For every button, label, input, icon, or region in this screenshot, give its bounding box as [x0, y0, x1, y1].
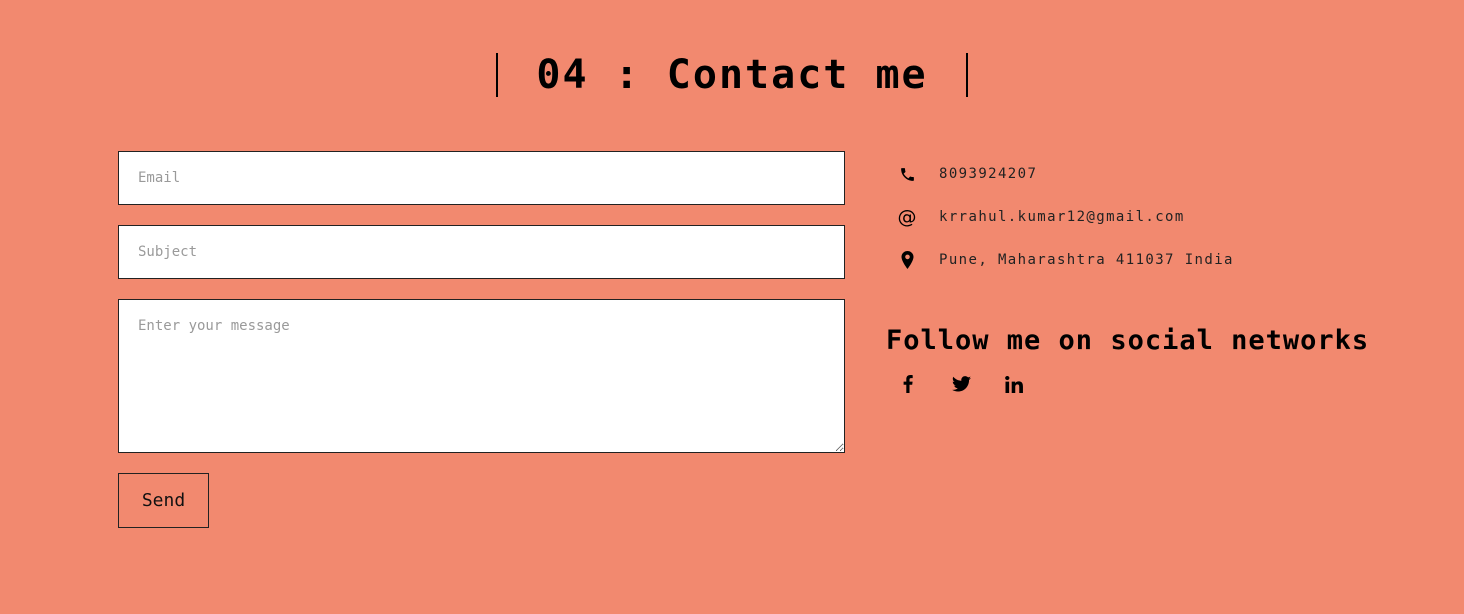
linkedin-icon[interactable] — [1003, 373, 1025, 395]
twitter-icon[interactable] — [950, 373, 972, 395]
phone-row: 8093924207 — [897, 162, 1234, 186]
phone-text: 8093924207 — [939, 166, 1038, 182]
subject-field[interactable] — [118, 225, 845, 279]
page-title: 04 : Contact me — [496, 52, 968, 97]
social-title: Follow me on social networks — [886, 325, 1370, 357]
address-row: Pune, Maharashtra 411037 India — [897, 248, 1234, 272]
address-text: Pune, Maharashtra 411037 India — [939, 252, 1234, 268]
email-field[interactable] — [118, 151, 845, 205]
message-field[interactable] — [118, 299, 845, 453]
map-marker-icon — [897, 250, 917, 270]
contact-form: Send — [118, 151, 845, 528]
social-links — [897, 373, 1056, 395]
section-title: 04 : Contact me — [0, 52, 1464, 97]
facebook-icon[interactable] — [897, 373, 919, 395]
contact-info: 8093924207 @ krrahul.kumar12@gmail.com P… — [897, 162, 1234, 291]
at-icon: @ — [897, 206, 917, 228]
email-row: @ krrahul.kumar12@gmail.com — [897, 205, 1234, 229]
email-text: krrahul.kumar12@gmail.com — [939, 209, 1185, 225]
send-button[interactable]: Send — [118, 473, 209, 528]
phone-icon — [897, 164, 917, 184]
